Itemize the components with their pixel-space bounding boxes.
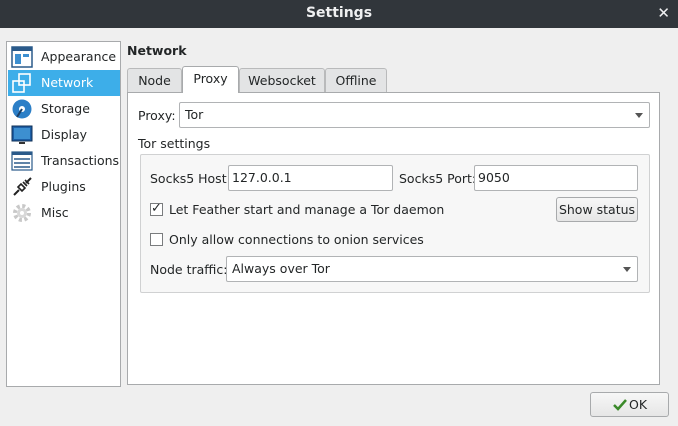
- gear-icon: [13, 204, 31, 222]
- socks5-port-label: Socks5 Port:: [399, 171, 477, 186]
- sidebar-item-storage[interactable]: Storage: [8, 96, 120, 122]
- window-title: Settings: [305, 5, 373, 21]
- socks5-port-input[interactable]: 9050: [474, 165, 638, 191]
- sidebar-item-label: Storage: [41, 101, 90, 116]
- sidebar-item-label: Plugins: [41, 179, 86, 194]
- chevron-down-icon: [623, 267, 631, 272]
- sidebar-item-misc[interactable]: Misc: [8, 200, 120, 226]
- ok-button[interactable]: OK: [590, 392, 669, 417]
- socks5-host-value: 127.0.0.1: [232, 170, 292, 185]
- settings-sidebar: Appearance Network Storage Display Trans…: [6, 41, 121, 387]
- proxy-select[interactable]: Tor: [179, 102, 650, 128]
- tab-offline[interactable]: Offline: [325, 68, 387, 92]
- sidebar-item-label: Network: [41, 75, 94, 90]
- tor-settings-title: Tor settings: [138, 136, 211, 151]
- node-traffic-select[interactable]: Always over Tor: [226, 256, 638, 282]
- proxy-label: Proxy:: [138, 108, 176, 123]
- title-bar: Settings ✕: [0, 0, 678, 28]
- sidebar-item-network[interactable]: Network: [8, 70, 120, 96]
- manage-tor-label[interactable]: Let Feather start and manage a Tor daemo…: [169, 202, 444, 217]
- sidebar-item-display[interactable]: Display: [8, 122, 120, 148]
- onion-only-checkbox[interactable]: [150, 233, 163, 246]
- network-icon: [12, 73, 31, 93]
- onion-only-label[interactable]: Only allow connections to onion services: [169, 232, 424, 247]
- tab-websocket[interactable]: Websocket: [239, 68, 325, 92]
- close-icon[interactable]: ✕: [657, 4, 670, 22]
- chevron-down-icon: [635, 113, 643, 118]
- plugins-icon: [13, 177, 32, 196]
- node-traffic-label: Node traffic:: [150, 262, 228, 277]
- page-title: Network: [127, 43, 187, 58]
- sidebar-item-label: Display: [41, 127, 88, 142]
- storage-icon: [12, 99, 32, 119]
- transactions-icon: [11, 151, 33, 171]
- socks5-host-label: Socks5 Host:: [150, 171, 231, 186]
- tab-proxy[interactable]: Proxy: [182, 66, 239, 93]
- proxy-select-value: Tor: [185, 107, 204, 122]
- show-status-button[interactable]: Show status: [556, 197, 638, 222]
- ok-button-label: OK: [629, 397, 648, 412]
- socks5-port-value: 9050: [478, 170, 510, 185]
- sidebar-item-appearance[interactable]: Appearance: [8, 44, 120, 70]
- display-icon: [11, 125, 33, 144]
- sidebar-item-label: Misc: [41, 205, 69, 220]
- sidebar-item-transactions[interactable]: Transactions: [8, 148, 120, 174]
- manage-tor-checkbox[interactable]: [150, 201, 163, 216]
- sidebar-item-label: Transactions: [41, 153, 120, 168]
- socks5-host-input[interactable]: 127.0.0.1: [228, 165, 393, 191]
- appearance-icon: [11, 46, 33, 68]
- sidebar-item-label: Appearance: [41, 49, 117, 64]
- sidebar-item-plugins[interactable]: Plugins: [8, 174, 120, 200]
- tab-node[interactable]: Node: [127, 68, 182, 92]
- node-traffic-value: Always over Tor: [232, 261, 330, 276]
- ok-check-icon: [613, 399, 627, 411]
